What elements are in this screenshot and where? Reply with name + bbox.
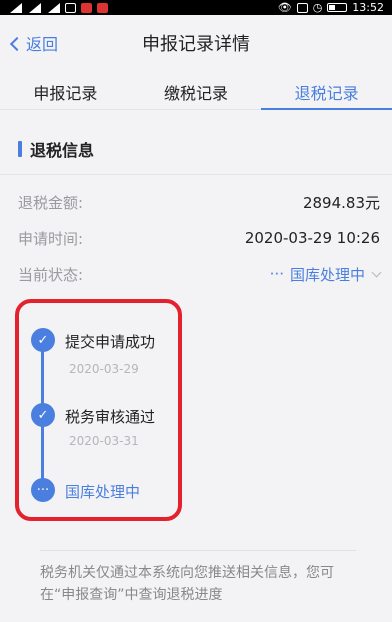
section-header: 退税信息 (0, 124, 392, 174)
refund-amount-value: 2894.83元 (302, 193, 380, 212)
app-notification-icon (97, 2, 108, 13)
status-text: 国库处理中 (289, 265, 365, 284)
alarm-icon: ◷ (312, 1, 323, 14)
nav-bar: 返回 申报记录详情 (0, 15, 392, 70)
chevron-down-icon (371, 267, 382, 277)
status-bar: 👁 ◷ 13:52 (0, 0, 392, 15)
status-value[interactable]: ··· 国库处理中 (269, 264, 382, 285)
back-button[interactable]: 返回 (9, 31, 59, 55)
section-accent-bar (18, 141, 22, 157)
wifi-icon (46, 2, 60, 13)
timeline-step-title: 提交申请成功 (65, 333, 156, 351)
nfc-icon (296, 2, 308, 13)
status-left (8, 2, 108, 13)
status-label: 当前状态: (18, 265, 84, 284)
status-right: 👁 ◷ 13:52 (278, 1, 384, 14)
status-time: 13:52 (352, 1, 384, 14)
timeline-step-date: 2020-03-31 (69, 434, 139, 448)
signal-icon (8, 2, 22, 13)
eye-icon: 👁 (277, 1, 292, 14)
notice-text: 税务机关仅通过本系统向您推送相关信息，您可在“申报查询”中查询退税进度 (40, 565, 334, 603)
timeline-step-title: 国库处理中 (65, 483, 141, 501)
apply-time-label: 申请时间: (18, 229, 84, 248)
signal-icon (27, 2, 41, 13)
timeline-step-date: 2020-03-29 (69, 362, 139, 376)
apply-time-value: 2020-03-29 10:26 (244, 229, 380, 247)
apply-time-row: 申请时间: 2020-03-29 10:26 (18, 226, 380, 250)
ellipsis-icon: ··· (31, 478, 55, 502)
notice-divider (40, 550, 356, 551)
check-icon: ✓ (31, 328, 55, 352)
status-row[interactable]: 当前状态: ··· 国库处理中 (18, 262, 382, 286)
chevron-left-icon (9, 36, 25, 51)
page-title: 申报记录详情 (142, 33, 250, 55)
tab-bar: 申报记录 缴税记录 退税记录 (0, 70, 392, 110)
divider (0, 174, 392, 175)
refund-amount-row: 退税金额: 2894.83元 (18, 190, 380, 214)
app-notification-icon (81, 2, 92, 13)
ellipsis-icon: ··· (269, 265, 284, 283)
battery-icon (327, 3, 348, 12)
tab-refund-records[interactable]: 退税记录 (261, 70, 392, 110)
timeline-step-title: 税务审核通过 (65, 408, 156, 426)
app-notification-icon (65, 2, 76, 13)
section-title: 退税信息 (30, 141, 95, 160)
tab-payment-records[interactable]: 缴税记录 (131, 70, 262, 109)
tab-declaration-records[interactable]: 申报记录 (0, 70, 131, 109)
back-label: 返回 (26, 35, 59, 54)
refund-amount-label: 退税金额: (18, 193, 84, 212)
check-icon: ✓ (31, 403, 55, 427)
